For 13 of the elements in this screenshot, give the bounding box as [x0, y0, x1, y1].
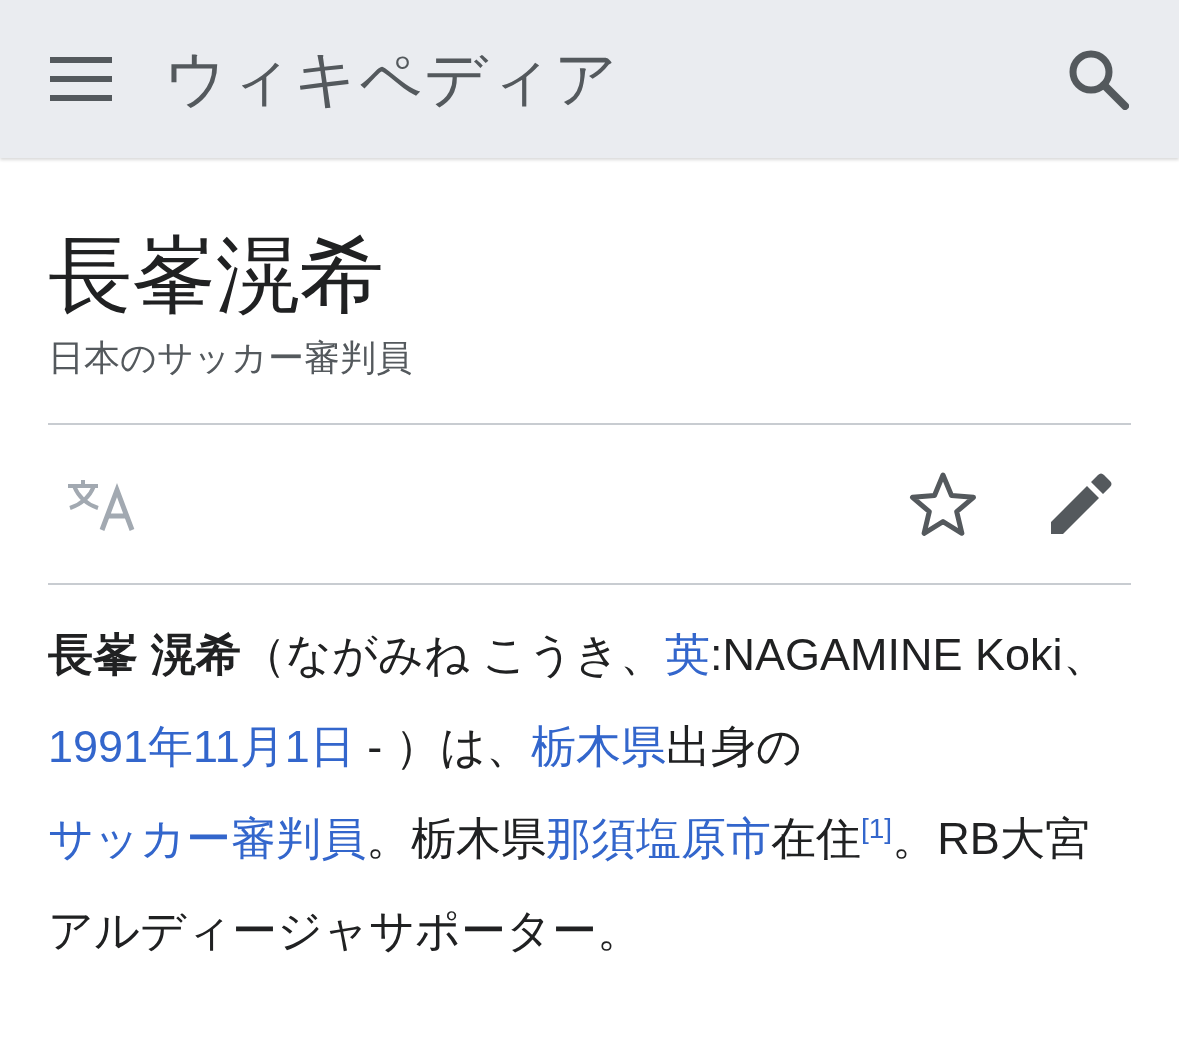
article-link[interactable]: 栃木県 [530, 721, 666, 773]
star-button[interactable] [909, 471, 977, 538]
reference-link[interactable]: [1] [861, 813, 893, 845]
article-link[interactable]: サッカー審判員 [48, 813, 366, 865]
article-link[interactable]: 那須塩原市 [546, 813, 771, 865]
article-title: 長峯滉希 [48, 230, 385, 323]
search-button[interactable] [1067, 48, 1129, 110]
article-paragraph: 長峯 滉希（ながみね こうき、英:NAGAMINE Koki、 1991年11月1日 - ）は、栃木県出身の サッカー審判員。栃木県那須塩原市在住$^{[1]}$。RB大宮アルディージャサポーター。 [48, 628, 1109, 959]
article-link[interactable]: 1991年11月1日 [48, 721, 355, 773]
article-description: 日本のサッカー審判員 [48, 336, 412, 381]
article-link[interactable]: 英 [665, 629, 711, 681]
menu-button[interactable] [50, 55, 112, 103]
edit-button[interactable] [1049, 472, 1113, 537]
